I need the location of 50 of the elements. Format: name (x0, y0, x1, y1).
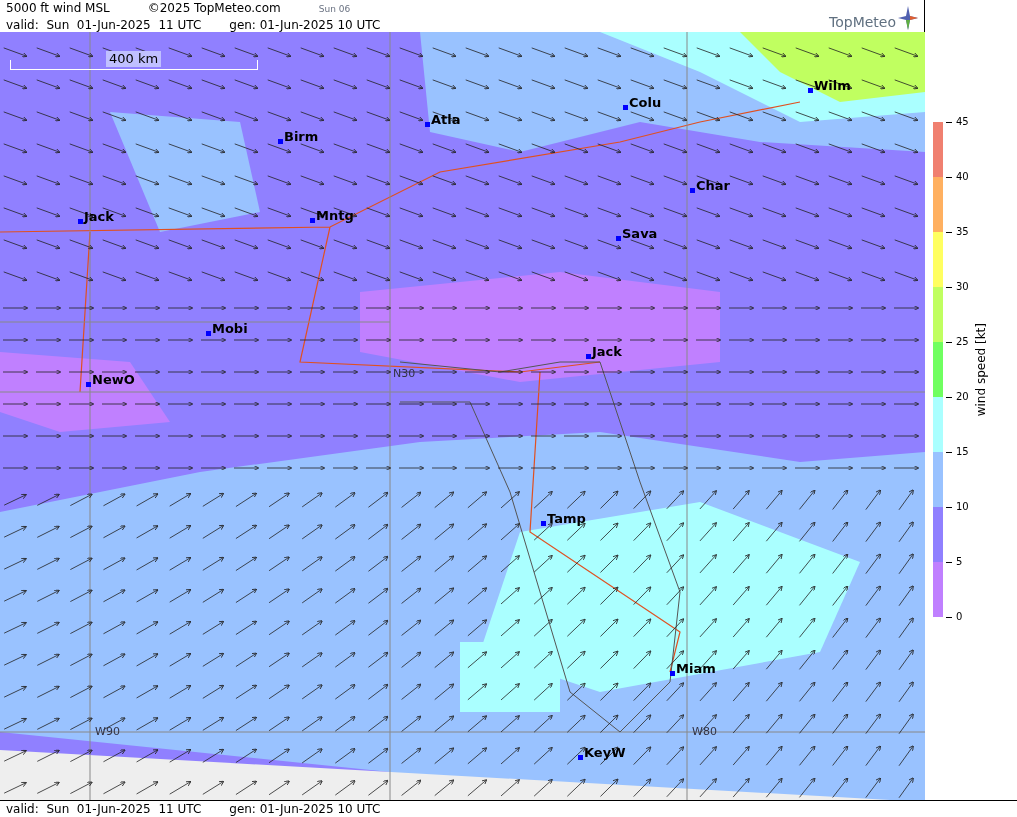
grid-label: N30 (393, 368, 416, 380)
scale-label: 400 km (106, 51, 162, 67)
legend-tick-label: 15 (956, 446, 969, 458)
city-marker (278, 139, 283, 144)
compass-star-icon (898, 6, 918, 30)
grid-label: W90 (95, 726, 120, 738)
city-marker (808, 88, 813, 93)
city-label: NewO (92, 372, 135, 387)
city-label: Colu (629, 95, 662, 110)
city-label: Miam (676, 661, 716, 676)
legend-tick-label: 35 (956, 226, 969, 238)
city-marker (206, 331, 211, 336)
valid-time: valid: Sun 01-Jun-2025 11 UTC (6, 801, 202, 817)
legend-tick-label: 25 (956, 336, 969, 348)
city-label: Tamp (547, 511, 586, 526)
city-marker (670, 671, 675, 676)
legend-tick-label: 0 (956, 611, 963, 623)
copyright-text: ©2025 TopMeteo.com (147, 0, 281, 16)
city-label: Birm (284, 129, 319, 144)
legend-tick-label: 5 (956, 556, 963, 568)
city-label: Jack (84, 209, 114, 224)
city-marker (578, 755, 583, 760)
city-marker (86, 382, 91, 387)
legend-tick-label: 20 (956, 391, 969, 403)
legend-title: wind speed [kt] (972, 322, 989, 417)
legend-tick-label: 10 (956, 501, 969, 513)
city-marker (425, 122, 430, 127)
city-label: Char (696, 178, 730, 193)
city-label: Atla (431, 112, 461, 127)
generated-time: gen: 01-Jun-2025 10 UTC (229, 801, 381, 817)
city-label: Mobi (212, 321, 248, 336)
generated-time: gen: 01-Jun-2025 10 UTC (229, 17, 381, 33)
city-marker (310, 218, 315, 223)
legend-tick-label: 40 (956, 171, 969, 183)
valid-time: valid: Sun 01-Jun-2025 11 UTC (6, 17, 202, 33)
city-label: Wilm (814, 78, 851, 93)
city-marker (623, 105, 628, 110)
legend-tick-label: 30 (956, 281, 969, 293)
grid-label: W80 (692, 726, 717, 738)
city-marker (78, 219, 83, 224)
logo-text: TopMeteo (829, 14, 896, 30)
city-marker (616, 236, 621, 241)
day-label: Sun 06 (318, 3, 351, 16)
city-label: Sava (622, 226, 658, 241)
legend-tick-label: 45 (956, 116, 969, 128)
map-title: 5000 ft wind MSL (6, 0, 110, 16)
city-label: Jack (592, 344, 622, 359)
city-marker (690, 188, 695, 193)
city-marker (586, 354, 591, 359)
city-marker (541, 521, 546, 526)
